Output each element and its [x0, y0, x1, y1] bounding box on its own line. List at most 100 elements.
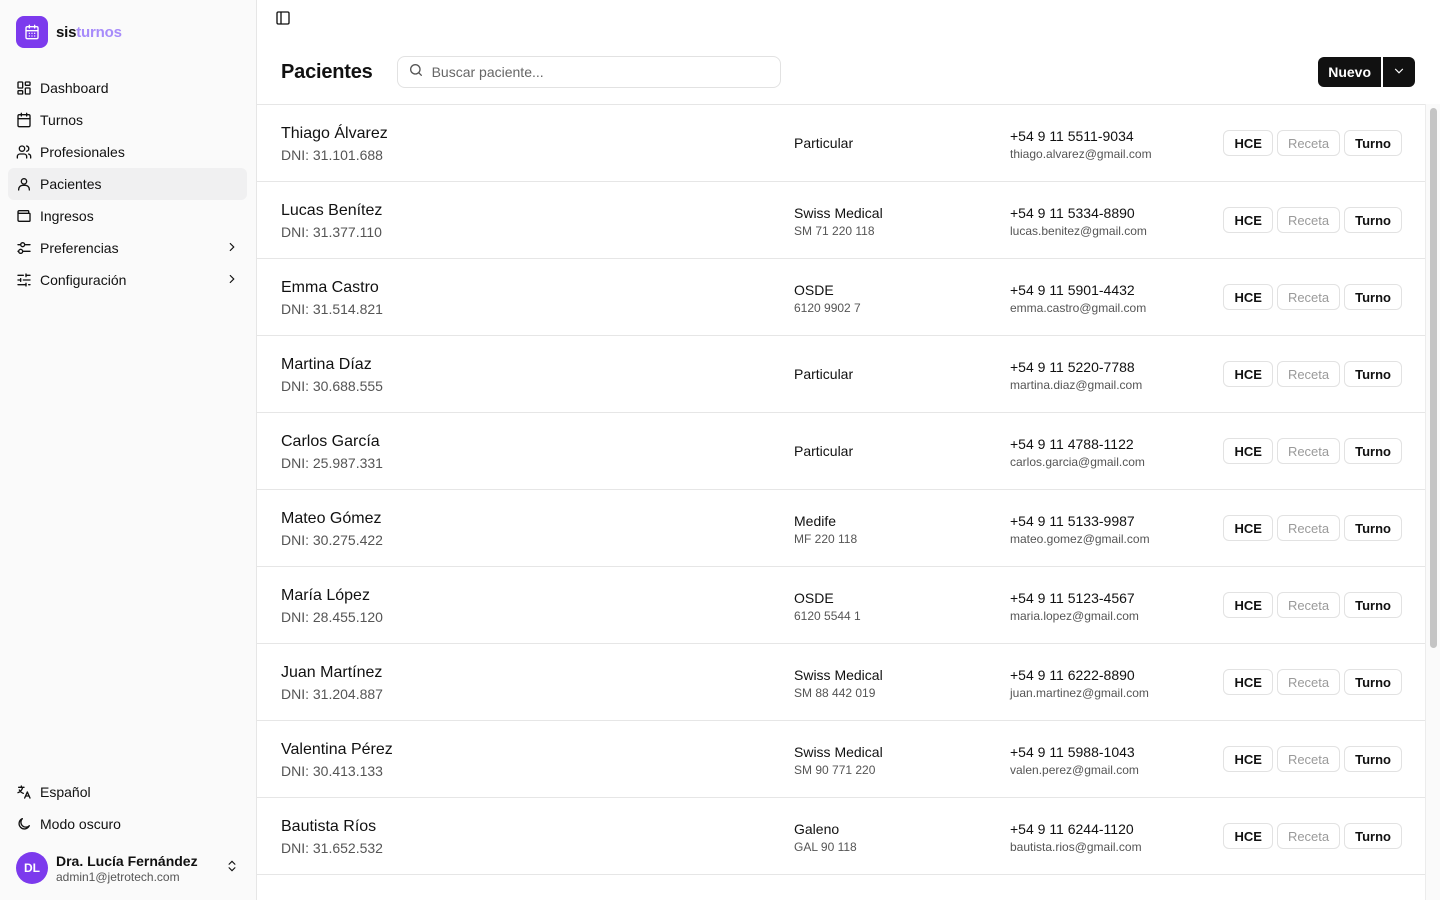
receta-button[interactable]: Receta [1276, 515, 1341, 541]
scrollbar[interactable] [1425, 104, 1440, 900]
turno-button[interactable]: Turno [1344, 284, 1402, 310]
patient-phone: +54 9 11 6222-8890 [1010, 667, 1135, 683]
sidebar-item-ingresos[interactable]: Ingresos [8, 200, 247, 232]
patient-name: Thiago Álvarez [281, 125, 388, 142]
table-row[interactable]: Emma Castro DNI: 31.514.821 OSDE 6120 99… [257, 259, 1426, 336]
patient-phone: +54 9 11 5123-4567 [1010, 590, 1135, 606]
receta-button[interactable]: Receta [1276, 746, 1341, 772]
patient-dni: DNI: 31.652.532 [281, 840, 383, 856]
translate-icon [16, 784, 32, 800]
scrollbar-thumb[interactable] [1430, 108, 1437, 648]
user-icon [16, 176, 32, 192]
turno-button[interactable]: Turno [1344, 592, 1402, 618]
receta-button[interactable]: Receta [1276, 207, 1341, 233]
patient-insurance-number: 6120 5544 1 [794, 609, 861, 623]
row-actions: HCE Receta Turno [1223, 823, 1402, 849]
search-input[interactable] [431, 64, 770, 80]
patient-insurance-number: 6120 9902 7 [794, 301, 861, 315]
patient-email: lucas.benitez@gmail.com [1010, 224, 1147, 238]
sidebar-toggle-icon[interactable] [275, 10, 291, 31]
turno-button[interactable]: Turno [1344, 207, 1402, 233]
receta-button[interactable]: Receta [1276, 823, 1341, 849]
patient-email: martina.diaz@gmail.com [1010, 378, 1143, 392]
patient-dni: DNI: 31.101.688 [281, 147, 383, 163]
user-menu[interactable]: DL Dra. Lucía Fernández admin1@jetrotech… [8, 844, 247, 892]
receta-button[interactable]: Receta [1276, 438, 1341, 464]
sidebar-item-profesionales[interactable]: Profesionales [8, 136, 247, 168]
patient-name: María López [281, 587, 370, 604]
turno-button[interactable]: Turno [1344, 515, 1402, 541]
turno-button[interactable]: Turno [1344, 130, 1402, 156]
row-actions: HCE Receta Turno [1223, 207, 1402, 233]
patient-insurance: Particular [794, 366, 854, 382]
topbar [257, 0, 1440, 40]
brand[interactable]: sisturnos [16, 16, 122, 48]
table-row[interactable]: Bautista Ríos DNI: 31.652.532 Galeno GAL… [257, 798, 1426, 875]
table-row[interactable]: Martina Díaz DNI: 30.688.555 Particular … [257, 336, 1426, 413]
calendar-logo-icon [16, 16, 48, 48]
patient-insurance: OSDE [794, 590, 834, 606]
page-header: Pacientes Nuevo [281, 56, 1415, 88]
table-row[interactable]: Thiago Álvarez DNI: 31.101.688 Particula… [257, 105, 1426, 182]
patient-name: Martina Díaz [281, 356, 372, 373]
patient-insurance-number: SM 71 220 118 [794, 224, 875, 238]
turno-button[interactable]: Turno [1344, 438, 1402, 464]
sidebar-item-label: Preferencias [40, 240, 119, 256]
hce-button[interactable]: HCE [1223, 207, 1273, 233]
sidebar-item-turnos[interactable]: Turnos [8, 104, 247, 136]
sidebar-item-label: Pacientes [40, 176, 102, 192]
receta-button[interactable]: Receta [1276, 130, 1341, 156]
search-icon [408, 62, 424, 83]
hce-button[interactable]: HCE [1223, 515, 1273, 541]
table-row[interactable]: María López DNI: 28.455.120 OSDE 6120 55… [257, 567, 1426, 644]
patient-name: Valentina Pérez [281, 741, 393, 758]
row-actions: HCE Receta Turno [1223, 669, 1402, 695]
patient-insurance: Particular [794, 135, 854, 151]
receta-button[interactable]: Receta [1276, 361, 1341, 387]
hce-button[interactable]: HCE [1223, 438, 1273, 464]
patient-email: thiago.alvarez@gmail.com [1010, 147, 1152, 161]
table-row[interactable]: Juan Martínez DNI: 31.204.887 Swiss Medi… [257, 644, 1426, 721]
hce-button[interactable]: HCE [1223, 284, 1273, 310]
dark-mode-toggle[interactable]: Modo oscuro [8, 808, 247, 840]
hce-button[interactable]: HCE [1223, 823, 1273, 849]
receta-button[interactable]: Receta [1276, 669, 1341, 695]
patient-insurance: Swiss Medical [794, 205, 883, 221]
hce-button[interactable]: HCE [1223, 669, 1273, 695]
receta-button[interactable]: Receta [1276, 284, 1341, 310]
receta-button[interactable]: Receta [1276, 592, 1341, 618]
patient-dni: DNI: 28.455.120 [281, 609, 383, 625]
language-selector[interactable]: Español [8, 776, 247, 808]
row-actions: HCE Receta Turno [1223, 746, 1402, 772]
row-actions: HCE Receta Turno [1223, 130, 1402, 156]
table-row[interactable]: Mateo Gómez DNI: 30.275.422 Medife MF 22… [257, 490, 1426, 567]
table-row[interactable]: Carlos García DNI: 25.987.331 Particular… [257, 413, 1426, 490]
table-row[interactable]: Lucas Benítez DNI: 31.377.110 Swiss Medi… [257, 182, 1426, 259]
turno-button[interactable]: Turno [1344, 746, 1402, 772]
sidebar-item-configuracion[interactable]: Configuración [8, 264, 247, 296]
new-options-dropdown-button[interactable] [1383, 57, 1415, 87]
patient-insurance-number: SM 88 442 019 [794, 686, 876, 700]
sidebar-item-dashboard[interactable]: Dashboard [8, 72, 247, 104]
hce-button[interactable]: HCE [1223, 746, 1273, 772]
turno-button[interactable]: Turno [1344, 361, 1402, 387]
turno-button[interactable]: Turno [1344, 823, 1402, 849]
hce-button[interactable]: HCE [1223, 592, 1273, 618]
patient-name: Lucas Benítez [281, 202, 383, 219]
chevron-down-icon [1392, 64, 1406, 81]
patient-insurance: Particular [794, 443, 854, 459]
new-patient-button[interactable]: Nuevo [1318, 57, 1381, 87]
table-row[interactable]: Valentina Pérez DNI: 30.413.133 Swiss Me… [257, 721, 1426, 798]
patient-email: valen.perez@gmail.com [1010, 763, 1139, 777]
patient-phone: +54 9 11 4788-1122 [1010, 436, 1134, 452]
sidebar-item-label: Dashboard [40, 80, 109, 96]
sidebar-item-preferencias[interactable]: Preferencias [8, 232, 247, 264]
brand-name-part2: turnos [76, 23, 122, 41]
hce-button[interactable]: HCE [1223, 361, 1273, 387]
patient-phone: +54 9 11 5133-9987 [1010, 513, 1135, 529]
patient-phone: +54 9 11 5511-9034 [1010, 128, 1134, 144]
hce-button[interactable]: HCE [1223, 130, 1273, 156]
sidebar-item-pacientes[interactable]: Pacientes [8, 168, 247, 200]
turno-button[interactable]: Turno [1344, 669, 1402, 695]
search-box[interactable] [396, 56, 781, 88]
